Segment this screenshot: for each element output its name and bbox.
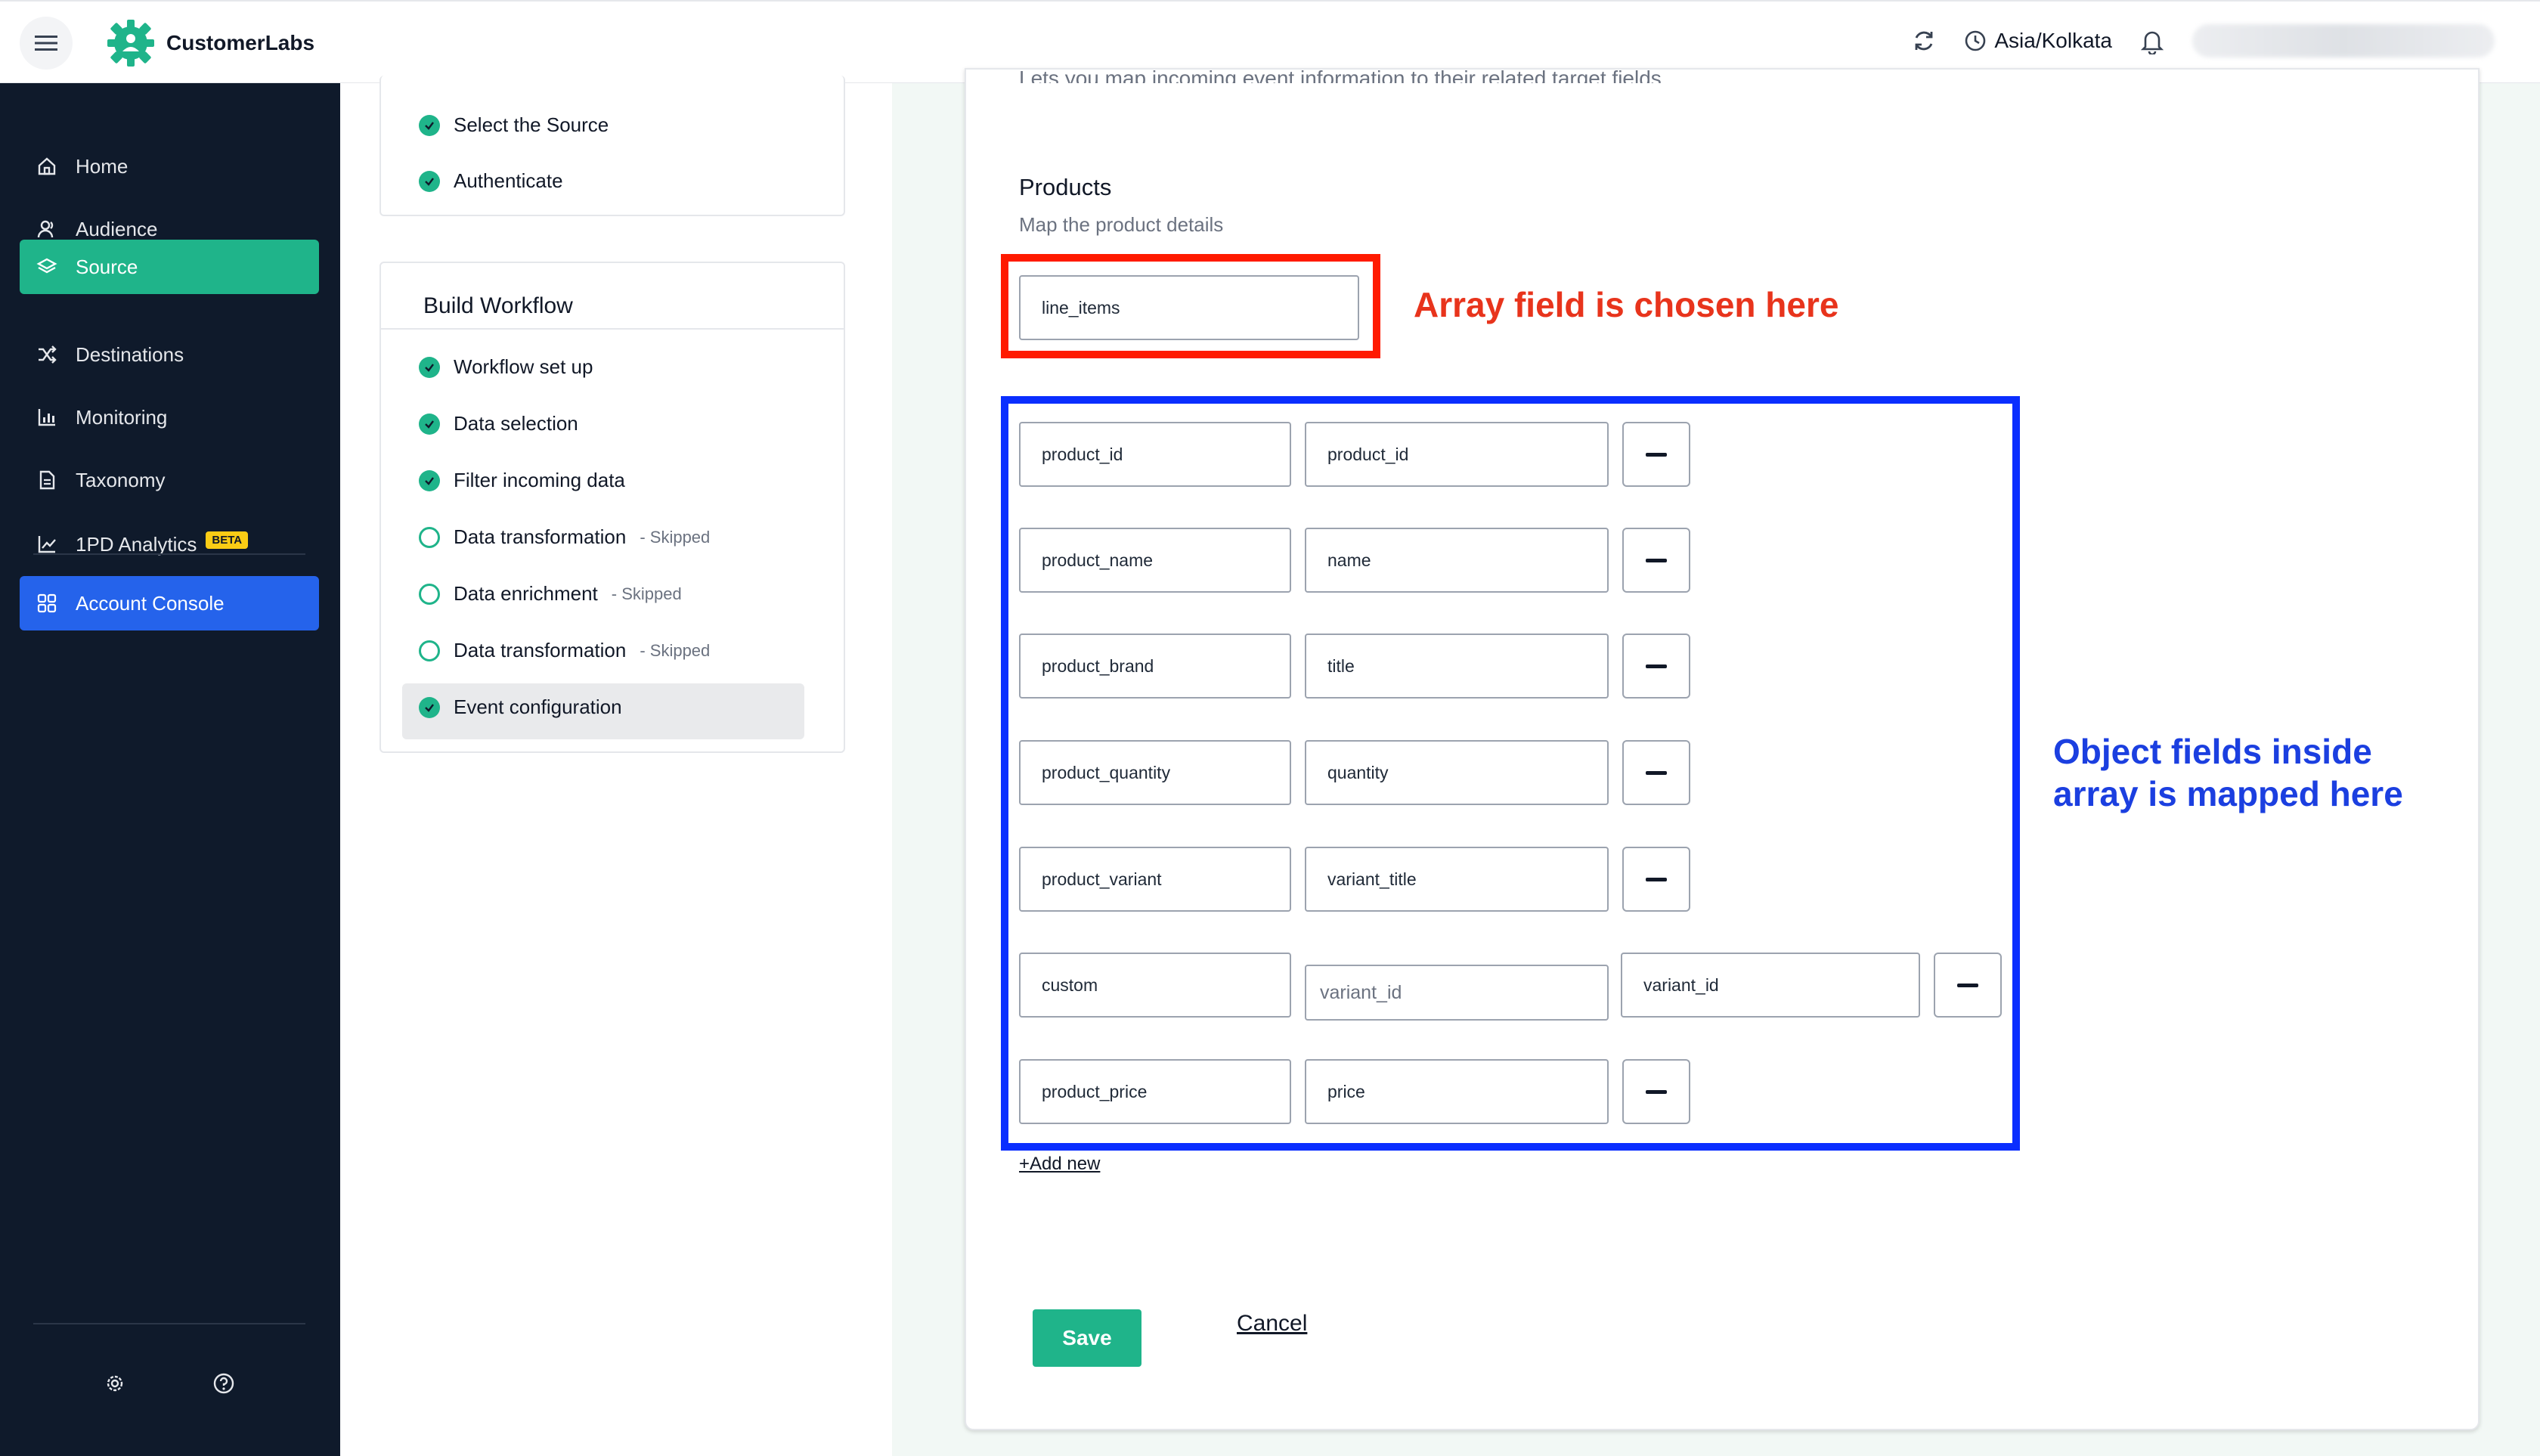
account-console-button[interactable]: Account Console [20,576,319,630]
step-label: Data selection [454,412,578,435]
empty-circle-icon [419,640,440,661]
step-data-transformation-2[interactable]: Data transformation - Skipped [419,639,710,662]
products-title: Products [1019,174,1112,200]
bell-icon[interactable] [2139,27,2165,54]
cancel-button[interactable]: Cancel [1237,1311,1307,1337]
setup-steps-card: Select the Source Authenticate [379,76,845,216]
step-label: Event configuration [454,695,622,718]
object-fields-annotation: Object fields inside array is mapped her… [2053,732,2403,813]
beta-badge: BETA [206,531,249,549]
panel-description: Lets you map incoming event information … [1019,67,1662,83]
shuffle-icon [39,345,57,364]
sidebar-item-home[interactable]: Home [20,139,319,194]
home-icon [38,157,56,175]
skipped-note: - Skipped [640,527,711,547]
top-right-controls: Asia/Kolkata [1911,24,2495,57]
settings-icon [107,1375,123,1392]
hamburger-icon [35,36,57,51]
save-button[interactable]: Save [1033,1309,1141,1367]
step-data-selection[interactable]: Data selection [419,412,578,435]
skipped-note: - Skipped [640,640,711,660]
step-workflow-setup[interactable]: Workflow set up [419,355,593,379]
sidebar-item-label: Audience [76,217,158,240]
step-data-transformation[interactable]: Data transformation - Skipped [419,525,710,549]
check-icon [419,114,440,136]
products-subtitle: Map the product details [1019,213,1224,236]
account-console-label: Account Console [76,591,225,615]
check-icon [419,356,440,378]
array-field-highlight [1001,254,1380,358]
sidebar-item-destinations[interactable]: Destinations [20,327,319,382]
add-new-link[interactable]: +Add new [1019,1154,1100,1175]
document-icon [39,470,55,490]
help-button[interactable] [207,1367,240,1400]
workflow-column: Select the Source Authenticate Build Wor… [340,76,892,1456]
sidebar-item-label: Monitoring [76,405,168,429]
brand-name: CustomerLabs [166,31,315,54]
step-authenticate[interactable]: Authenticate [419,169,563,193]
check-icon [419,696,440,718]
clock-icon [1965,30,1986,51]
sidebar-item-label: 1PD Analytics [76,532,197,556]
check-icon [419,469,440,491]
brand-logo[interactable]: CustomerLabs [106,18,314,68]
check-icon [419,413,440,435]
empty-circle-icon [419,583,440,605]
step-label: Filter incoming data [454,469,625,491]
skipped-note: - Skipped [611,584,682,603]
refresh-icon[interactable] [1911,28,1937,54]
timezone-selector[interactable]: Asia/Kolkata [1964,29,2112,53]
check-icon [419,170,440,192]
sidebar-footer-divider [33,1323,305,1324]
step-label: Authenticate [454,169,563,192]
step-filter-incoming[interactable]: Filter incoming data [419,469,625,492]
card-title: Build Workflow [423,293,573,318]
card-divider [381,328,844,330]
sidebar: Home Audience Source Destinations Monito… [0,83,340,1456]
user-menu[interactable] [2192,24,2495,57]
empty-circle-icon [419,526,440,548]
step-select-source[interactable]: Select the Source [419,113,609,137]
menu-toggle-button[interactable] [20,17,73,70]
step-label: Data transformation [454,525,627,548]
sidebar-item-label: Home [76,154,129,178]
step-label: Workflow set up [454,355,593,378]
trend-icon [38,536,56,553]
sidebar-item-1pd-analytics[interactable]: 1PD Analytics BETA [20,517,319,572]
step-label: Select the Source [454,113,609,136]
sidebar-item-label: Source [76,255,138,278]
audience-icon [37,220,54,238]
sidebar-item-source[interactable]: Source [20,240,319,294]
timezone-label: Asia/Kolkata [1994,29,2112,52]
sidebar-item-label: Taxonomy [76,468,166,491]
sidebar-divider [33,553,305,555]
array-field-annotation: Array field is chosen here [1414,285,1839,324]
step-data-enrichment[interactable]: Data enrichment - Skipped [419,582,682,606]
object-fields-highlight [1001,396,2020,1151]
sidebar-item-monitoring[interactable]: Monitoring [20,390,319,445]
build-workflow-card: Build Workflow Workflow set up Data sele… [379,262,845,753]
grid-icon [37,593,57,613]
step-label: Data transformation [454,639,627,661]
chart-icon [38,409,55,426]
gear-logo-icon [107,20,154,67]
sidebar-item-label: Destinations [76,342,184,366]
layers-icon [36,258,57,274]
sidebar-item-taxonomy[interactable]: Taxonomy [20,453,319,507]
help-icon [213,1373,234,1394]
step-label: Data enrichment [454,582,598,605]
step-event-configuration[interactable]: Event configuration [419,695,622,719]
settings-button[interactable] [98,1367,132,1400]
